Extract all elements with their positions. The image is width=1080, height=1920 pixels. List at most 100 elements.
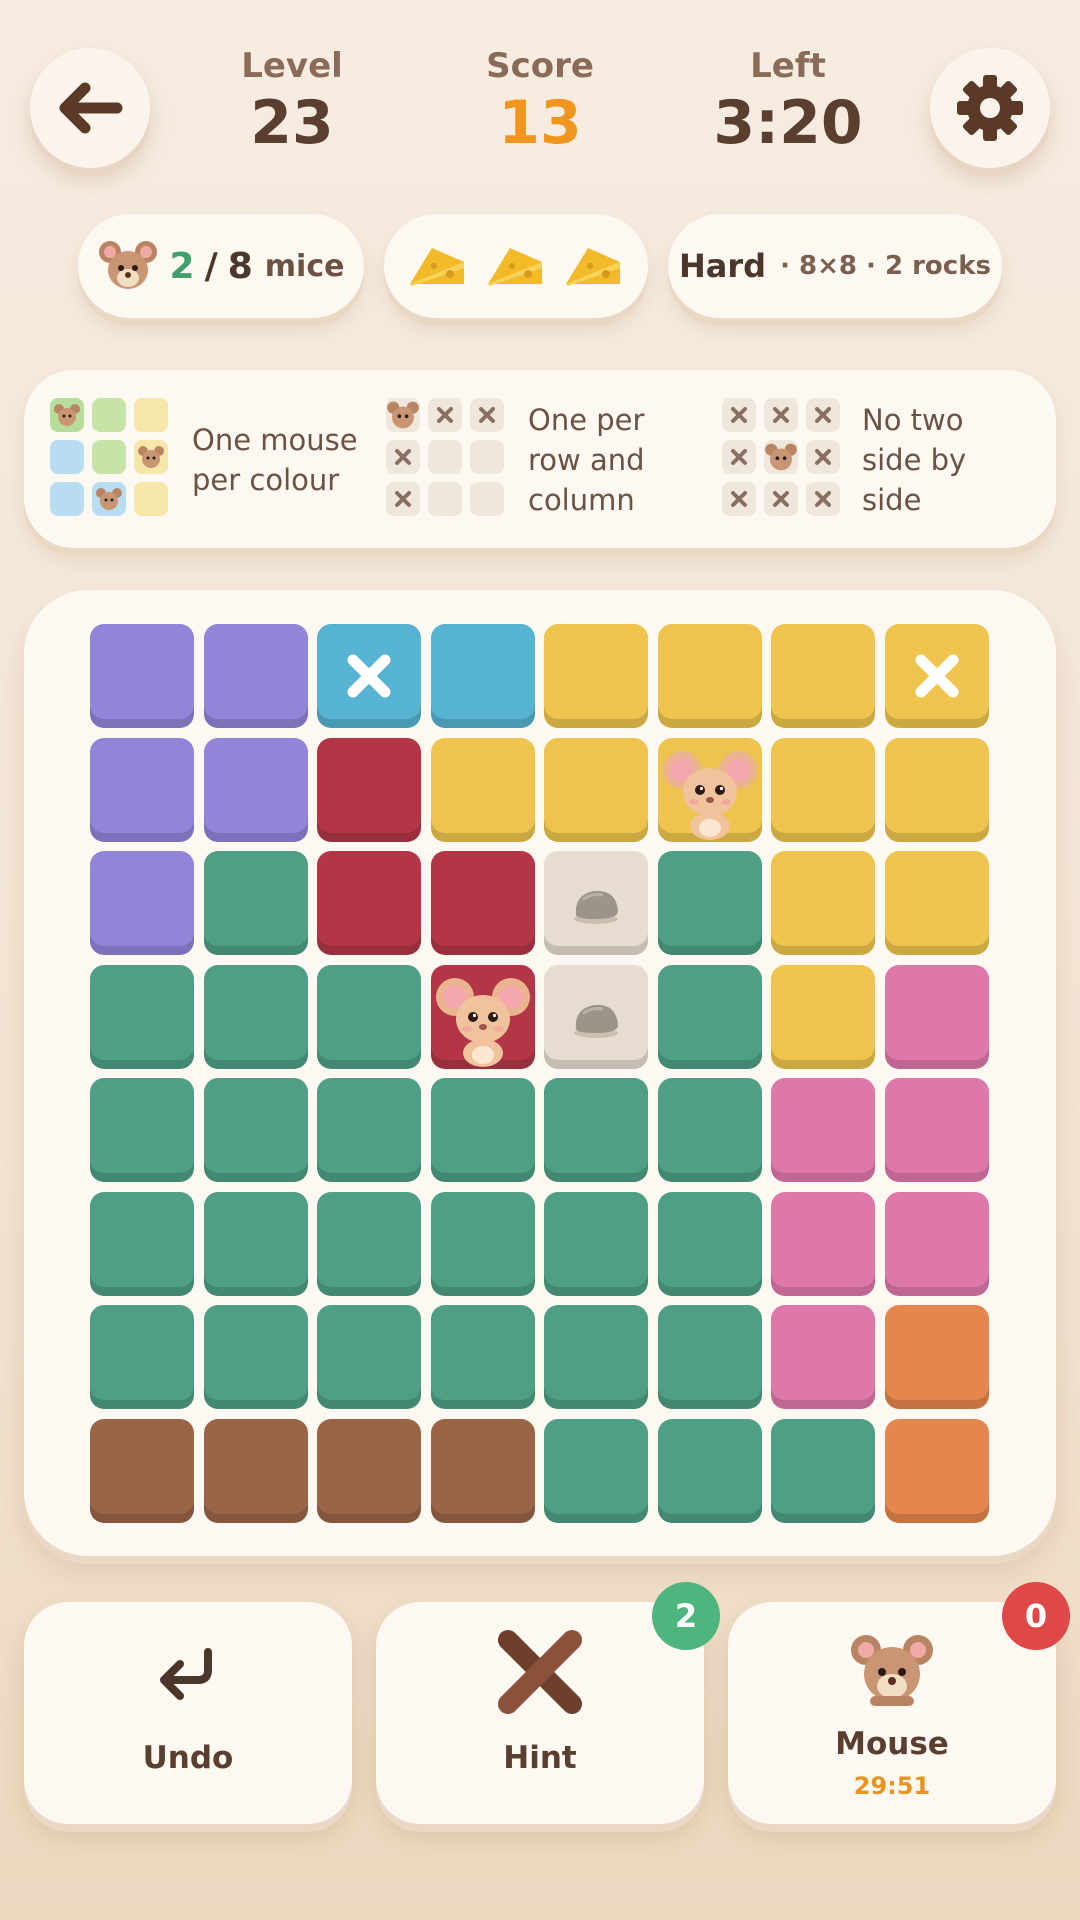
board-cell[interactable] [884, 964, 989, 1069]
board-cell[interactable] [430, 624, 535, 728]
board-cell[interactable] [771, 964, 875, 1069]
mini-x-icon [764, 482, 798, 516]
board-cell[interactable] [544, 1305, 648, 1409]
board-cell[interactable] [884, 737, 989, 842]
board-cell[interactable] [657, 1191, 762, 1296]
mouse-icon [851, 1635, 933, 1706]
board-cell[interactable] [203, 851, 308, 955]
mouse-icon [54, 404, 80, 426]
hint-button[interactable]: Hint [376, 1602, 704, 1824]
board-cell[interactable] [90, 851, 194, 955]
board-cell[interactable] [657, 964, 762, 1069]
board-cell[interactable] [90, 1191, 194, 1296]
board-cell[interactable] [90, 624, 194, 728]
board-cell[interactable] [203, 964, 308, 1069]
board-cell[interactable] [771, 1305, 875, 1409]
rock-icon [574, 890, 618, 924]
back-button[interactable] [30, 48, 150, 168]
board-cell[interactable] [203, 1305, 308, 1409]
mini-mouse-icon [764, 440, 798, 474]
board-cell[interactable] [317, 1305, 421, 1409]
board-cell[interactable] [657, 737, 762, 842]
undo-button[interactable]: Undo [24, 1602, 352, 1824]
board-cell[interactable] [430, 851, 535, 955]
mini-x-icon [806, 440, 840, 474]
board-cell[interactable] [657, 1305, 762, 1409]
board-cell[interactable] [90, 964, 194, 1069]
board-cell[interactable] [544, 1078, 648, 1182]
board-cell[interactable] [544, 1418, 648, 1523]
board-cell[interactable] [884, 1191, 989, 1296]
undo-icon [160, 1648, 212, 1700]
mini-x-icon [722, 482, 756, 516]
gear-icon [957, 75, 1023, 141]
mini-empty-cell [470, 440, 504, 474]
board-cell[interactable] [544, 737, 648, 842]
board-cell[interactable] [317, 1078, 421, 1182]
board-cell[interactable] [544, 1191, 648, 1296]
arrow-left-icon [59, 82, 123, 134]
board-cell[interactable] [657, 624, 762, 728]
board-cell[interactable] [203, 1078, 308, 1182]
board-cell[interactable] [657, 1078, 762, 1182]
undo-label: Undo [142, 1740, 234, 1776]
rule-row-column-diagram [386, 398, 516, 522]
board-cell[interactable] [90, 1305, 194, 1409]
mini-x-icon [386, 440, 420, 474]
difficulty-pill: Hard · 8×8 · 2 rocks [668, 214, 1002, 318]
board-cell[interactable] [884, 1305, 989, 1409]
cross-icon [498, 1630, 582, 1714]
mouse-icon [435, 977, 530, 1067]
board-cell[interactable] [90, 1078, 194, 1182]
board-cell[interactable] [430, 737, 535, 842]
board-cell[interactable] [544, 624, 648, 728]
board-cell[interactable] [203, 1418, 308, 1523]
mouse-icon [98, 241, 157, 289]
board-cell[interactable] [430, 1418, 535, 1523]
board-cell[interactable] [771, 1191, 875, 1296]
board-cell[interactable] [317, 1418, 421, 1523]
board-cell[interactable] [657, 851, 762, 955]
board-cell[interactable] [771, 624, 875, 728]
mice-counter: 2 / 8 mice [78, 214, 364, 318]
board-cell[interactable] [317, 964, 421, 1069]
board-cell[interactable] [771, 1418, 875, 1523]
score-label: Score [486, 46, 594, 86]
mouse-button[interactable]: Mouse 29:51 [728, 1602, 1056, 1824]
board-cell[interactable] [90, 1418, 194, 1523]
mouse-icon [138, 446, 164, 468]
board-cell[interactable] [430, 1305, 535, 1409]
mini-x-icon [428, 398, 462, 432]
rock-cell [544, 851, 648, 955]
board-cell[interactable] [203, 1191, 308, 1296]
board-cell[interactable] [657, 1418, 762, 1523]
mini-x-icon [722, 398, 756, 432]
board-info: · 8×8 · 2 rocks [780, 251, 991, 281]
board-cell[interactable] [317, 624, 421, 728]
board-cell[interactable] [771, 737, 875, 842]
board-cell[interactable] [203, 737, 308, 842]
settings-button[interactable] [930, 48, 1050, 168]
board-cell[interactable] [317, 1191, 421, 1296]
mini-empty-cell [428, 482, 462, 516]
difficulty-label: Hard [679, 247, 767, 285]
board-cell[interactable] [203, 624, 308, 728]
cheese-icon [488, 248, 542, 286]
mini-x-icon [386, 482, 420, 516]
board-cell[interactable] [884, 851, 989, 955]
board-cell[interactable] [430, 964, 535, 1069]
cheese-lives [384, 214, 648, 318]
board-cell[interactable] [884, 1078, 989, 1182]
time-left-value: 3:20 [713, 88, 863, 158]
board-cell[interactable] [884, 624, 989, 728]
board-cell[interactable] [430, 1078, 535, 1182]
board-cell[interactable] [317, 851, 421, 955]
board-cell[interactable] [884, 1418, 989, 1523]
board-cell[interactable] [430, 1191, 535, 1296]
board-cell[interactable] [771, 1078, 875, 1182]
board-cell[interactable] [90, 737, 194, 842]
board-cell[interactable] [317, 737, 421, 842]
mini-x-icon [722, 440, 756, 474]
board-cell[interactable] [771, 851, 875, 955]
cheese-icon [410, 248, 464, 286]
